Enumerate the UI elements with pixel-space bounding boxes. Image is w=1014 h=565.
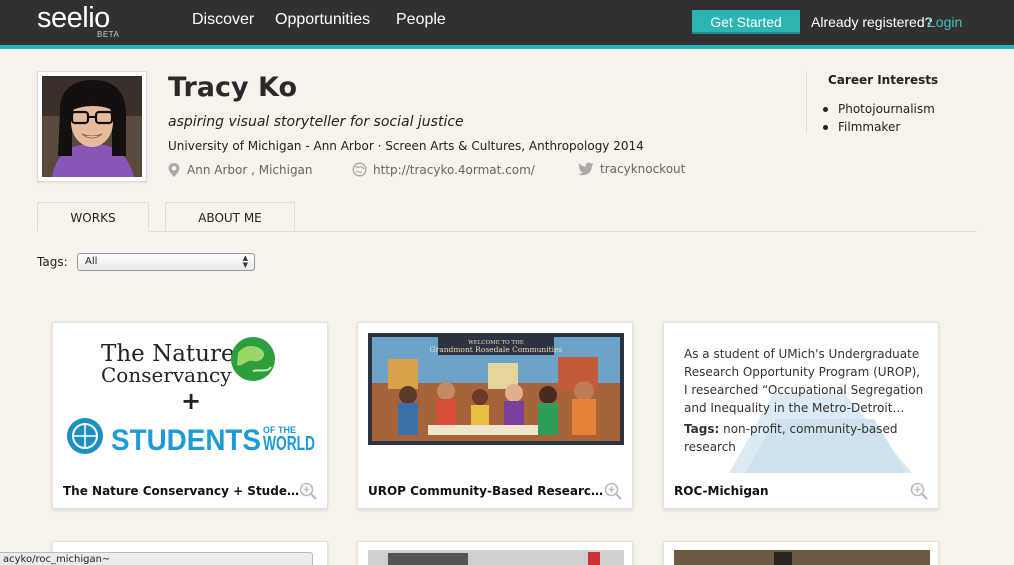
profile-location: Ann Arbor , Michigan [167, 162, 313, 178]
work-card-tags: Tags: non-profit, community-based resear… [684, 420, 924, 456]
work-card[interactable] [357, 541, 633, 565]
mural-image: WELCOME TO THE Grandmont Rosedale Commun… [368, 333, 624, 445]
twitter-handle[interactable]: tracyknockout [600, 162, 685, 176]
nature-conservancy-logo: The Nature Conservancy + STUDENTS OF THE… [67, 337, 315, 457]
work-card[interactable] [663, 541, 939, 565]
globe-icon [352, 162, 367, 177]
browser-status-url: acyko/roc_michigan~ [0, 552, 313, 565]
location-pin-icon [168, 163, 180, 177]
tags-filter-select[interactable]: All ▲ ▼ [77, 253, 255, 271]
work-card-title[interactable]: ROC-Michigan [674, 484, 910, 498]
navbar-accent-stripe [0, 45, 1014, 49]
work-card[interactable]: WELCOME TO THE Grandmont Rosedale Commun… [357, 322, 633, 509]
get-started-button[interactable]: Get Started [692, 10, 800, 34]
profile-name: Tracy Ko [168, 72, 297, 103]
profile-tagline: aspiring visual storyteller for social j… [168, 114, 464, 130]
work-card[interactable]: As a student of UMich's Undergraduate Re… [663, 322, 939, 509]
nav-opportunities[interactable]: Opportunities [275, 11, 370, 29]
zoom-in-icon[interactable] [299, 482, 317, 500]
profile-avatar [37, 71, 147, 182]
work-card-image [368, 550, 624, 565]
work-card-description: As a student of UMich's Undergraduate Re… [684, 347, 924, 415]
already-registered-text: Already registered? [811, 14, 933, 30]
career-interest-item: Filmmaker [823, 118, 935, 136]
tags-filter-value: All [85, 256, 98, 267]
career-interests-list: Photojournalism Filmmaker [823, 100, 935, 136]
nav-discover[interactable]: Discover [192, 11, 254, 29]
work-card[interactable]: The Nature Conservancy + STUDENTS OF THE… [52, 322, 328, 509]
work-card-title[interactable]: UROP Community-Based Research Project [368, 484, 604, 498]
mural-caption-2: Grandmont Rosedale Communities [430, 345, 563, 354]
twitter-bird-icon [578, 162, 594, 176]
career-interests-panel: Career Interests Photojournalism Filmmak… [806, 71, 966, 134]
avatar-photo [42, 76, 142, 177]
login-link[interactable]: Login [928, 14, 962, 30]
career-interest-item: Photojournalism [823, 100, 935, 118]
beta-badge: BETA [97, 30, 120, 39]
logo-students: STUDENTS [111, 424, 261, 457]
profile-school: University of Michigan - Ann Arbor · Scr… [168, 139, 644, 153]
profile-website[interactable]: http://tracyko.4ormat.com/ [352, 162, 535, 177]
logo-plus: + [181, 387, 201, 415]
zoom-in-icon[interactable] [604, 482, 622, 500]
career-interests-title: Career Interests [828, 73, 939, 87]
zoom-in-icon[interactable] [910, 482, 928, 500]
work-card-title[interactable]: The Nature Conservancy + Students of the… [63, 484, 299, 498]
location-text: Ann Arbor , Michigan [187, 163, 313, 177]
tags-label: Tags: [684, 422, 720, 436]
tab-about-me[interactable]: ABOUT ME [165, 202, 295, 232]
logo-world: WORLD [263, 433, 315, 455]
work-card-image [674, 550, 930, 565]
select-arrows-icon: ▲ ▼ [242, 254, 248, 269]
nav-people[interactable]: People [396, 11, 446, 29]
tags-filter-label: Tags: [37, 255, 68, 269]
profile-twitter[interactable]: tracyknockout [578, 162, 685, 176]
tab-works[interactable]: WORKS [37, 202, 149, 232]
website-link[interactable]: http://tracyko.4ormat.com/ [373, 163, 535, 177]
logo-line-2: Conservancy [101, 363, 232, 387]
